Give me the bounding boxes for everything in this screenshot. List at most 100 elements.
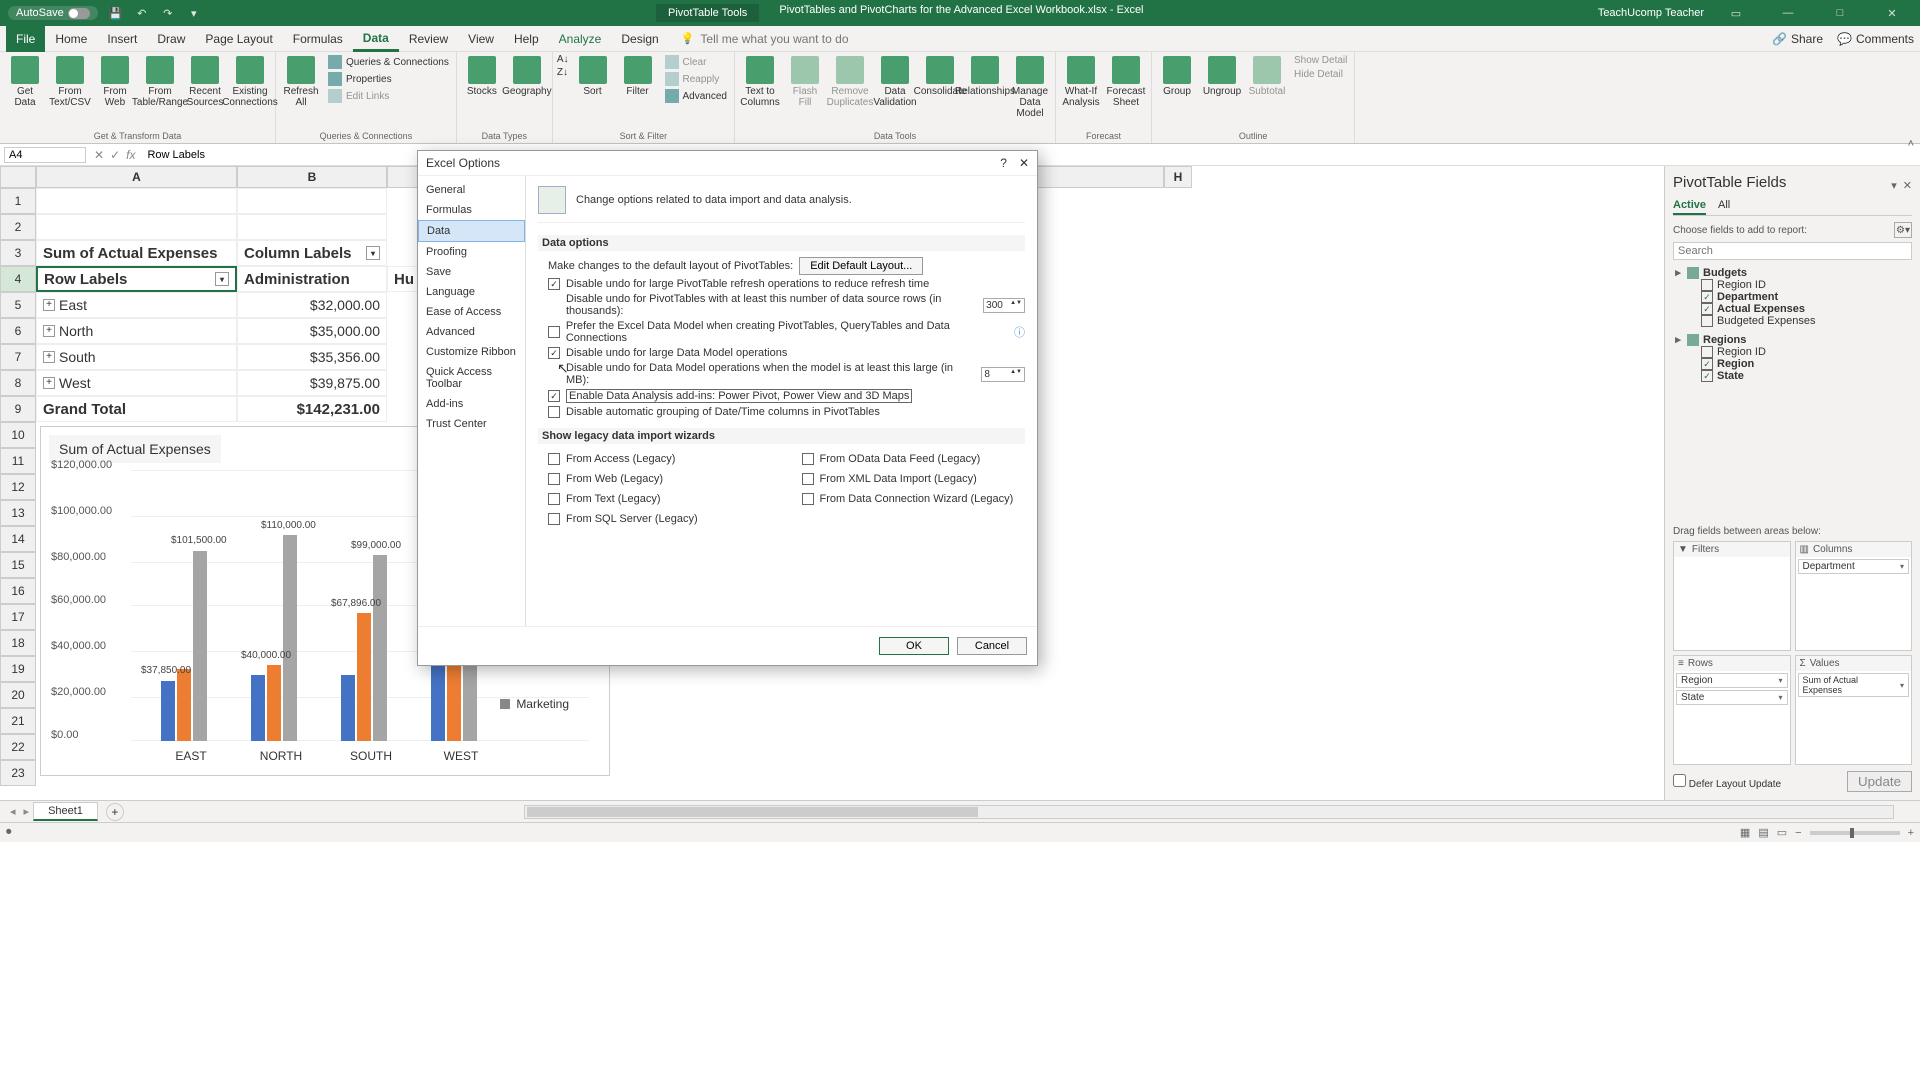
share-button[interactable]: 🔗 Share — [1772, 32, 1823, 46]
advanced-filter-button[interactable]: Advanced — [662, 88, 730, 104]
column-header-a[interactable]: A — [36, 166, 237, 188]
tab-insert[interactable]: Insert — [97, 26, 147, 52]
properties-button[interactable]: Properties — [325, 71, 452, 87]
model-size-spinner[interactable]: 8▲▼ — [981, 367, 1025, 382]
rows-area[interactable]: ≡Rows Region▾ State▾ — [1673, 655, 1791, 765]
user-name[interactable]: TeachUcomp Teacher — [1598, 7, 1704, 19]
queries-connections-button[interactable]: Queries & Connections — [325, 54, 452, 70]
column-header-h[interactable]: H — [1164, 166, 1192, 188]
field-state[interactable]: State — [1673, 370, 1912, 382]
fields-settings-icon[interactable]: ⚙▾ — [1894, 222, 1912, 238]
row-header[interactable]: 6 — [0, 318, 36, 344]
row-header[interactable]: 13 — [0, 500, 36, 526]
expand-icon[interactable]: + — [43, 377, 55, 389]
row-header[interactable]: 16 — [0, 578, 36, 604]
pivot-value[interactable]: $35,000.00 — [237, 318, 387, 344]
group-button[interactable]: Group — [1156, 54, 1198, 99]
row-header[interactable]: 7 — [0, 344, 36, 370]
tab-home[interactable]: Home — [45, 26, 97, 52]
pivot-value[interactable]: $39,875.00 — [237, 370, 387, 396]
minimize-icon[interactable]: — — [1768, 0, 1808, 26]
relationships-button[interactable]: Relationships — [964, 54, 1006, 99]
enter-formula-icon[interactable]: ✓ — [110, 148, 120, 162]
sort-button[interactable]: Sort — [572, 54, 614, 99]
legacy-web-checkbox[interactable] — [548, 473, 560, 485]
pivot-grand-total-label[interactable]: Grand Total — [36, 396, 237, 422]
pivot-data-field-label[interactable]: Sum of Actual Expenses — [36, 240, 237, 266]
dialog-close-icon[interactable]: ✕ — [1019, 156, 1029, 170]
nav-proofing[interactable]: Proofing — [418, 242, 525, 262]
pivot-row[interactable]: +West — [36, 370, 237, 396]
pane-options-icon[interactable]: ▾ — [1891, 179, 1897, 192]
pivot-row[interactable]: +East — [36, 292, 237, 318]
legacy-xml-checkbox[interactable] — [802, 473, 814, 485]
stocks-button[interactable]: Stocks — [461, 54, 503, 99]
fx-icon[interactable]: fx — [126, 148, 135, 162]
row-header[interactable]: 1 — [0, 188, 36, 214]
zoom-in-icon[interactable]: + — [1908, 827, 1914, 839]
row-header[interactable]: 15 — [0, 552, 36, 578]
refresh-all-button[interactable]: Refresh All — [280, 54, 322, 110]
table-regions[interactable]: ▸Regions — [1673, 333, 1912, 346]
nav-ease-of-access[interactable]: Ease of Access — [418, 302, 525, 322]
view-page-break-icon[interactable]: ▭ — [1777, 826, 1787, 839]
pivot-column-labels[interactable]: Column Labels▾ — [237, 240, 387, 266]
row-header[interactable]: 18 — [0, 630, 36, 656]
nav-customize-ribbon[interactable]: Customize Ribbon — [418, 342, 525, 362]
legacy-text-checkbox[interactable] — [548, 493, 560, 505]
values-area[interactable]: ΣValues Sum of Actual Expenses▾ — [1795, 655, 1913, 765]
existing-connections-button[interactable]: Existing Connections — [229, 54, 271, 110]
cancel-button[interactable]: Cancel — [957, 637, 1027, 655]
qat-more-icon[interactable]: ▾ — [186, 5, 202, 21]
disable-undo-model-checkbox[interactable] — [548, 347, 560, 359]
row-header[interactable]: 14 — [0, 526, 36, 552]
dialog-help-icon[interactable]: ? — [1000, 156, 1007, 170]
from-table-button[interactable]: From Table/Range — [139, 54, 181, 110]
fields-tab-active[interactable]: Active — [1673, 197, 1706, 215]
zoom-out-icon[interactable]: − — [1795, 827, 1801, 839]
sheet-tab[interactable]: Sheet1 — [33, 802, 98, 821]
name-box[interactable] — [4, 147, 86, 163]
legacy-access-checkbox[interactable] — [548, 453, 560, 465]
view-normal-icon[interactable]: ▦ — [1740, 826, 1750, 839]
add-sheet-button[interactable]: + — [106, 803, 124, 821]
row-header[interactable]: 12 — [0, 474, 36, 500]
sheet-nav-next-icon[interactable]: ▸ — [20, 805, 34, 818]
clear-filter-button[interactable]: Clear — [662, 54, 730, 70]
autosave-toggle[interactable]: AutoSave — [8, 6, 98, 20]
text-to-columns-button[interactable]: Text to Columns — [739, 54, 781, 110]
tab-analyze[interactable]: Analyze — [549, 26, 612, 52]
field-actual-expenses[interactable]: Actual Expenses — [1673, 303, 1912, 315]
column-filter-icon[interactable]: ▾ — [366, 246, 380, 260]
ribbon-options-icon[interactable]: ▭ — [1716, 0, 1756, 26]
fields-search-input[interactable] — [1673, 242, 1912, 260]
filters-area[interactable]: ▼Filters — [1673, 541, 1791, 651]
tab-help[interactable]: Help — [504, 26, 549, 52]
redo-icon[interactable]: ↷ — [160, 5, 176, 21]
undo-icon[interactable]: ↶ — [134, 5, 150, 21]
sort-asc-icon[interactable]: A↓ — [557, 54, 569, 65]
maximize-icon[interactable]: □ — [1820, 0, 1860, 26]
save-icon[interactable]: 💾 — [108, 5, 124, 21]
pivot-row-labels-cell[interactable]: Row Labels▾ — [36, 266, 237, 292]
tell-me-search[interactable]: 💡 — [681, 32, 901, 46]
edit-links-button[interactable]: Edit Links — [325, 88, 452, 104]
row-header[interactable]: 23 — [0, 760, 36, 786]
nav-save[interactable]: Save — [418, 262, 525, 282]
row-filter-icon[interactable]: ▾ — [215, 272, 229, 286]
sheet-nav-prev-icon[interactable]: ◂ — [6, 805, 20, 818]
prefer-data-model-checkbox[interactable] — [548, 326, 560, 338]
row-header[interactable]: 22 — [0, 734, 36, 760]
field-budgeted-expenses[interactable]: Budgeted Expenses — [1673, 315, 1912, 327]
undo-rows-spinner[interactable]: 300▲▼ — [983, 298, 1025, 313]
legacy-odata-checkbox[interactable] — [802, 453, 814, 465]
row-header[interactable]: 17 — [0, 604, 36, 630]
sort-desc-icon[interactable]: Z↓ — [557, 67, 569, 78]
close-icon[interactable]: ✕ — [1872, 0, 1912, 26]
select-all-corner[interactable] — [0, 166, 36, 188]
expand-icon[interactable]: + — [43, 325, 55, 337]
expand-icon[interactable]: + — [43, 299, 55, 311]
recent-sources-button[interactable]: Recent Sources — [184, 54, 226, 110]
comments-button[interactable]: 💬 Comments — [1837, 32, 1914, 46]
cancel-formula-icon[interactable]: ✕ — [94, 148, 104, 162]
